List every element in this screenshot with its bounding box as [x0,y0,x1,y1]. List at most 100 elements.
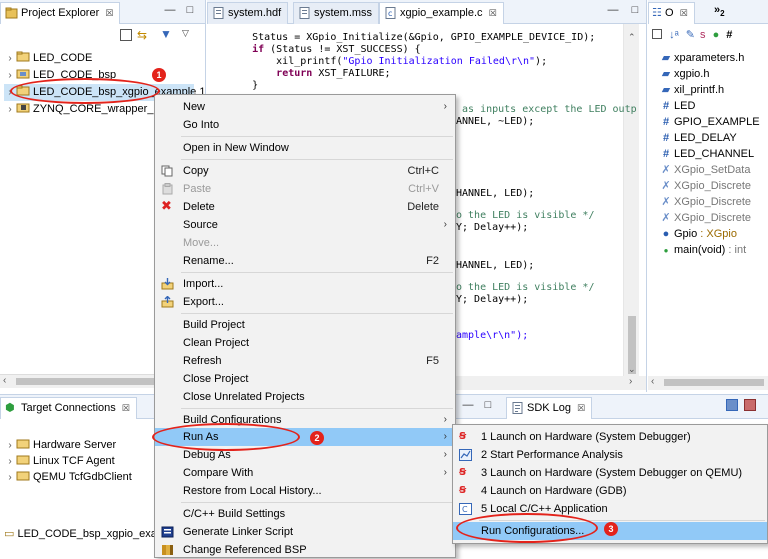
close-icon[interactable]: ☒ [489,8,497,18]
tab-system-mss[interactable]: system.mss [293,2,380,24]
hide-fields-icon[interactable]: ✎ [686,29,695,41]
collapse-all-icon[interactable] [652,29,662,39]
status-bar-label: LED_CODE_bsp_xgpio_examp [17,528,160,540]
annotation-badge-2: 2 [310,431,324,445]
outline-item[interactable]: # LED [658,98,695,114]
menu-item-launch-on-hardware-qemu[interactable]: Ꞩ3 Launch on Hardware (System Debugger o… [453,464,767,482]
expand-arrow-icon[interactable]: › [4,453,16,470]
function-icon: ● [663,246,669,255]
close-icon[interactable]: ☒ [122,403,130,413]
close-icon[interactable]: ☒ [577,403,585,413]
menu-item-start-performance-analysis[interactable]: 2 Start Performance Analysis [453,446,767,464]
tab-target-connections[interactable]: ⬢ Target Connections ☒ [0,397,137,419]
menu-item-change-referenced-bsp[interactable]: Change Referenced BSP [155,541,455,559]
outline-item[interactable]: # GPIO_EXAMPLE [658,114,760,130]
scroll-right-icon[interactable]: › [629,376,632,387]
expand-arrow-icon[interactable]: › [4,101,16,118]
expand-arrow-icon[interactable]: › [4,469,16,486]
scroll-left-icon[interactable]: ‹ [3,375,6,386]
tree-item-hardware-server[interactable]: › Hardware Server [4,437,116,454]
scroll-up-icon[interactable]: ⌃ [628,32,636,43]
hide-macros-icon[interactable]: # [726,29,732,41]
menu-item-import[interactable]: Import... [155,275,455,293]
menu-item-move[interactable]: Move... [155,234,455,252]
outline-item[interactable]: # LED_CHANNEL [658,146,754,162]
outline-panel: ☷ O ☒ »2 ↓ᵃ ✎ s ● # ▰ xparameters.h ▰ xgpio… [648,0,768,392]
project-explorer-icon [5,7,18,19]
tcf-launch-icon: Ꞩ [459,431,467,442]
close-icon[interactable]: ☒ [680,8,688,18]
menu-item-cpp-build-settings[interactable]: C/C++ Build Settings [155,505,455,523]
menu-item-build-project[interactable]: Build Project [155,316,455,334]
svg-text:C: C [462,505,468,514]
clear-log-icon[interactable] [726,399,738,411]
menu-item-restore-from-local-history[interactable]: Restore from Local History... [155,482,455,500]
expand-arrow-icon[interactable]: › [4,67,16,84]
hide-static-icon[interactable]: s [700,29,706,41]
maximize-icon[interactable]: □ [629,5,641,17]
tab-sdk-log[interactable]: SDK Log ☒ [506,397,593,419]
menu-item-open-in-new-window[interactable]: Open in New Window [155,139,455,157]
scroll-lock-icon[interactable] [744,399,756,411]
tab-xgpio-example-c[interactable]: c xgpio_example.c ☒ [379,2,504,24]
minimize-icon[interactable]: — [462,400,474,412]
import-icon [161,278,174,290]
tab-outline[interactable]: ☷ O ☒ [648,2,695,24]
menu-item-close-unrelated-projects[interactable]: Close Unrelated Projects [155,388,455,406]
maximize-icon[interactable]: □ [184,5,196,17]
menu-item-source[interactable]: Source › [155,216,455,234]
tab-project-explorer[interactable]: Project Explorer ☒ [0,2,121,24]
close-icon[interactable]: ☒ [105,8,113,18]
menu-item-launch-on-hardware-gdb[interactable]: Ꞩ4 Launch on Hardware (GDB) [453,482,767,500]
minimize-icon[interactable]: — [164,5,176,17]
menu-item-refresh[interactable]: Refresh F5 [155,352,455,370]
annotation-badge-1: 1 [152,68,166,82]
outline-item[interactable]: ✗ XGpio_SetData [658,162,750,178]
code-line: Y; Delay++); [456,222,529,233]
expand-arrow-icon[interactable]: › [4,50,16,67]
horizontal-scrollbar[interactable]: ‹ [648,376,768,390]
outline-item[interactable]: ✗ XGpio_Discrete [658,194,751,210]
outline-item[interactable]: ✗ XGpio_Discrete [658,178,751,194]
menu-item-launch-on-hardware-system-debugger[interactable]: Ꞩ1 Launch on Hardware (System Debugger) [453,428,767,446]
expand-arrow-icon[interactable]: › [4,437,16,454]
tab-system-hdf[interactable]: system.hdf [207,2,289,24]
tree-item-qemu-tcfgdbclient[interactable]: › QEMU TcfGdbClient [4,469,132,486]
menu-item-compare-with[interactable]: Compare With › [155,464,455,482]
menu-item-go-into[interactable]: Go Into [155,116,455,134]
menu-item-new[interactable]: New › [155,98,455,116]
outline-item[interactable]: # LED_DELAY [658,130,737,146]
filter-icon[interactable]: ▼ [160,27,172,41]
scroll-down-icon[interactable]: ⌄ [628,364,636,375]
maximize-icon[interactable]: □ [482,400,494,412]
outline-item[interactable]: ▰ xil_printf.h [658,82,724,98]
define-icon: # [662,116,670,128]
outline-item[interactable]: ▰ xgpio.h [658,66,710,82]
menu-item-paste[interactable]: Paste Ctrl+V [155,180,455,198]
menu-item-export[interactable]: Export... [155,293,455,311]
tree-item-linux-tcf-agent[interactable]: › Linux TCF Agent [4,453,114,470]
outline-item[interactable]: ▰ xparameters.h [658,50,745,66]
outline-item[interactable]: ● Gpio : XGpio [658,226,737,242]
menu-item-clean-project[interactable]: Clean Project [155,334,455,352]
link-editor-icon[interactable]: ⇆ [137,28,147,42]
view-menu-icon[interactable]: ▽ [182,28,189,39]
scroll-left-icon[interactable]: ‹ [651,376,654,387]
status-bar: ▭ LED_CODE_bsp_xgpio_examp [0,524,160,544]
variable-icon: ● [662,228,670,240]
overflow-tabs-icon[interactable]: »2 [714,4,725,18]
scrollbar-thumb[interactable] [664,379,764,386]
folder-icon [16,455,30,465]
menu-item-rename[interactable]: Rename... F2 [155,252,455,270]
outline-item[interactable]: ● main(void) : int [658,242,747,258]
outline-item[interactable]: ✗ XGpio_Discrete [658,210,751,226]
tree-item-led-code[interactable]: › LED_CODE [4,50,92,67]
minimize-icon[interactable]: — [607,5,619,17]
menu-item-delete[interactable]: ✖ Delete Delete [155,198,455,216]
hide-nonpublic-icon[interactable]: ● [713,29,720,41]
menu-item-close-project[interactable]: Close Project [155,370,455,388]
menu-item-copy[interactable]: Copy Ctrl+C [155,162,455,180]
collapse-all-icon[interactable] [120,29,132,41]
sort-icon[interactable]: ↓ᵃ [669,29,679,41]
menu-item-generate-linker-script[interactable]: Generate Linker Script [155,523,455,541]
